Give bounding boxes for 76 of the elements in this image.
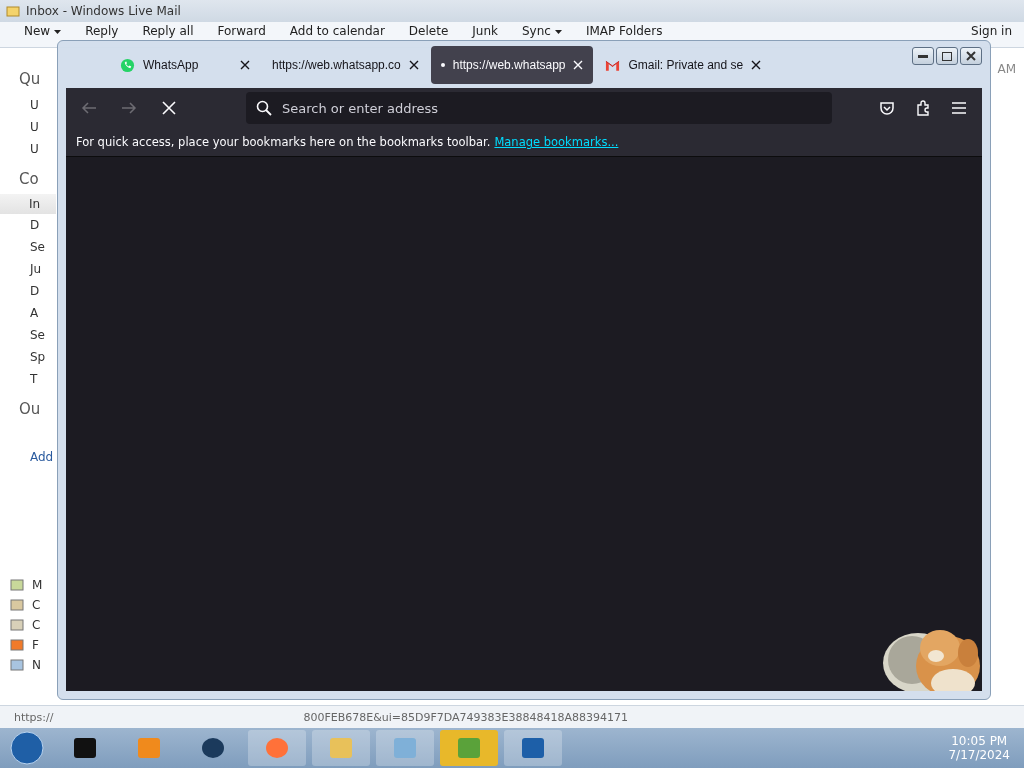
nav-item[interactable]: M (0, 575, 56, 595)
browser-tab[interactable]: Gmail: Private and se (595, 46, 772, 84)
browser-tab[interactable]: https://web.whatsapp.co (262, 46, 429, 84)
toolbar-button[interactable]: New (12, 24, 74, 39)
close-icon[interactable] (751, 60, 762, 70)
sign-in-link[interactable]: Sign in (959, 24, 1024, 39)
window-title: Inbox - Windows Live Mail (26, 4, 181, 18)
folder-item[interactable]: Ju (0, 258, 56, 280)
toolbar-button[interactable]: Reply (73, 24, 131, 39)
folder-item[interactable]: U (0, 138, 56, 160)
toolbar-button[interactable]: Forward (205, 24, 278, 39)
toolbar-button[interactable]: IMAP Folders (573, 24, 675, 39)
forward-arrow-icon (121, 101, 137, 115)
toolbar-button[interactable]: Sync (510, 24, 574, 39)
close-icon (966, 51, 976, 61)
toolbar-button[interactable]: Add to calendar (277, 24, 397, 39)
folder-item[interactable]: D (0, 214, 56, 236)
address-field[interactable]: Search or enter address (246, 92, 832, 124)
nav-item[interactable]: N (0, 655, 56, 675)
close-icon[interactable] (240, 60, 250, 70)
tab-title: https://web.whatsapp (452, 58, 566, 72)
folder-item[interactable]: U (0, 94, 56, 116)
nav-icon (10, 639, 24, 651)
browser-tab[interactable]: WhatsApp (110, 46, 260, 84)
close-button[interactable] (960, 47, 982, 65)
envelope-icon (605, 59, 621, 71)
status-url: https:// (14, 710, 54, 724)
start-orb-icon (10, 731, 44, 765)
caret-icon (554, 29, 562, 34)
sidebar-heading: Co (18, 169, 40, 190)
toolbar-button[interactable]: Reply all (130, 24, 206, 39)
taskbar-button[interactable] (504, 730, 562, 766)
tab-title: Gmail: Private and se (628, 58, 744, 72)
maximize-button[interactable] (936, 47, 958, 65)
time-text: AM (997, 62, 1017, 76)
nav-item[interactable]: F (0, 635, 56, 655)
maximize-icon (942, 51, 952, 61)
minimize-button[interactable] (912, 47, 934, 65)
clock-date: 7/17/2024 (948, 748, 1010, 762)
menu-icon (952, 102, 966, 114)
folder-item[interactable]: In (0, 194, 56, 214)
toolbar-button[interactable]: Delete (396, 24, 461, 39)
tab-title: https://web.whatsapp.co (272, 58, 401, 72)
folder-item[interactable]: A (0, 302, 56, 324)
sidebar-heading: Qu (18, 69, 42, 90)
caret-icon (54, 29, 62, 34)
folder-item[interactable]: D (0, 280, 56, 302)
nav-item[interactable]: C (0, 615, 56, 635)
status-url: 800FEB678E&ui=85D9F7DA749383E38848418A88394171 (303, 710, 629, 724)
tab-title: WhatsApp (143, 58, 200, 72)
nav-icon (10, 599, 24, 611)
toolbar-button[interactable]: Junk (460, 24, 510, 39)
puzzle-icon (915, 100, 931, 116)
folder-item[interactable]: Sp (0, 346, 56, 368)
nav-icon (10, 619, 24, 631)
clock-time: 10:05 PM (951, 734, 1008, 748)
browser-tab[interactable]: https://web.whatsapp (430, 46, 594, 84)
manage-bookmarks-link[interactable]: Manage bookmarks... (494, 135, 619, 149)
folder-item[interactable]: T (0, 368, 56, 390)
chat-bubble-icon (120, 57, 135, 73)
nav-icon (10, 579, 24, 591)
mail-app-icon (6, 4, 20, 18)
back-arrow-icon (81, 101, 97, 115)
folder-item[interactable]: U (0, 116, 56, 138)
close-icon (162, 101, 176, 115)
folder-item[interactable]: Se (0, 324, 56, 346)
add-account-link[interactable]: Add (0, 446, 56, 468)
minimize-icon (918, 54, 928, 58)
search-icon (256, 100, 272, 116)
folder-item[interactable]: Se (0, 236, 56, 258)
bookmarks-hint: For quick access, place your bookmarks here on the bookmarks toolbar. (76, 135, 491, 149)
nav-item[interactable]: C (0, 595, 56, 615)
close-icon[interactable] (408, 60, 419, 70)
sidebar-heading: Ou (18, 399, 42, 420)
shield-icon (879, 100, 895, 116)
nav-icon (10, 659, 24, 671)
